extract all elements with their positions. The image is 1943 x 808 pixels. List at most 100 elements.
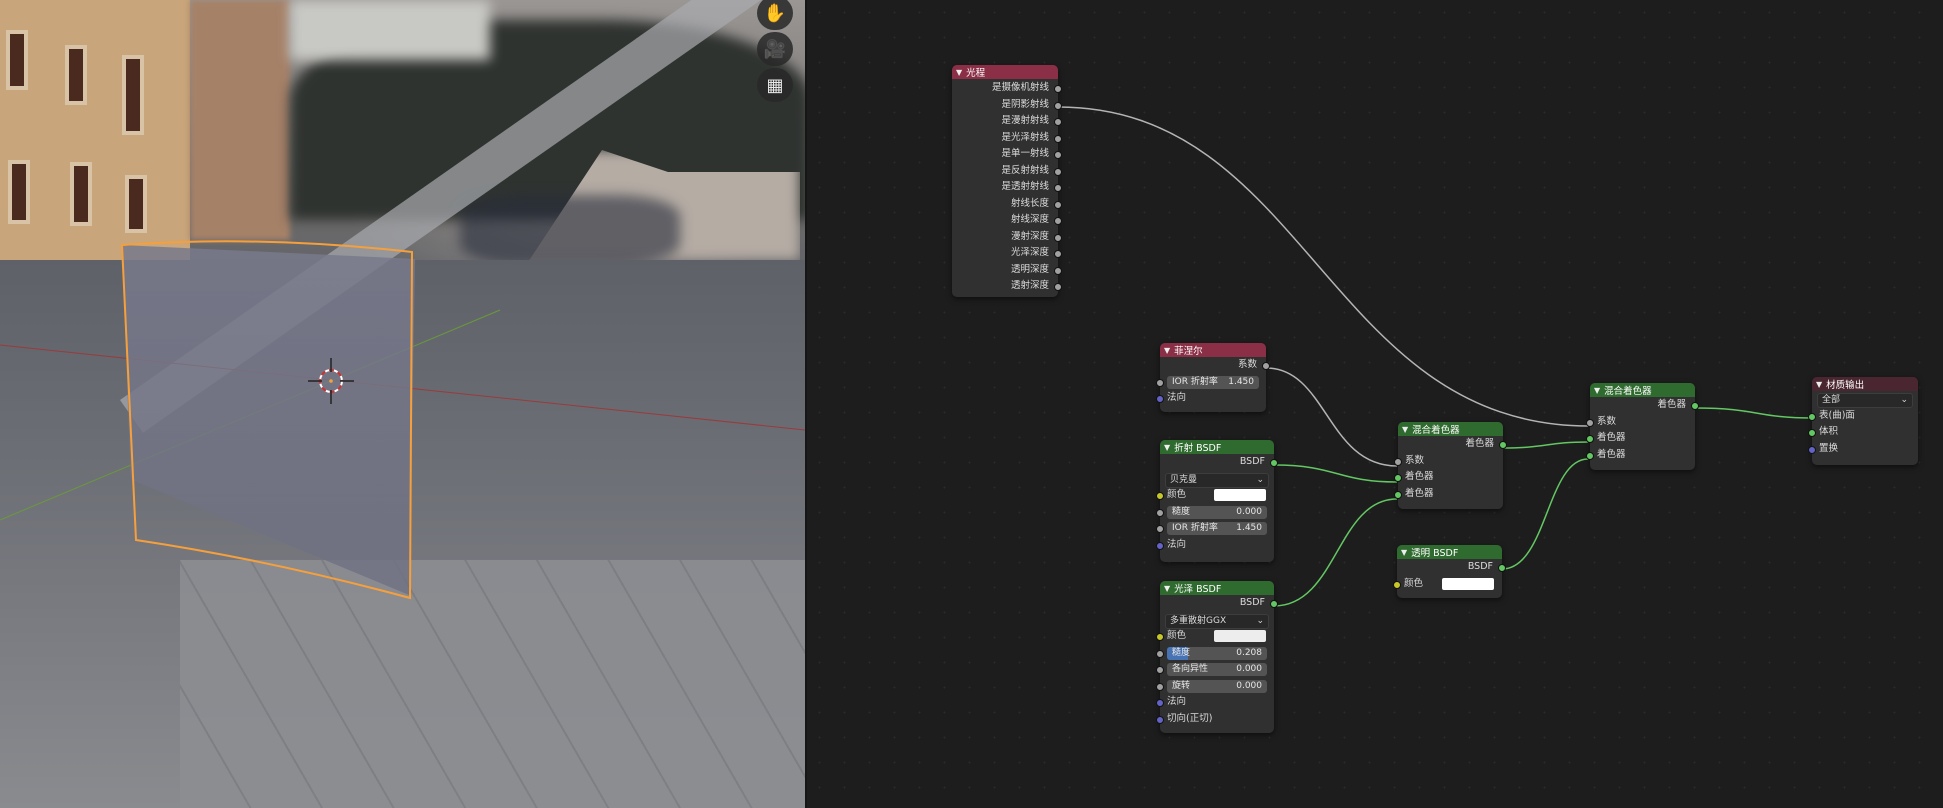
output-socket[interactable] [1054, 101, 1062, 110]
anisotropy-field[interactable]: 各向异性 0.000 [1167, 663, 1267, 676]
distribution-row[interactable]: 贝克曼 ⌄ [1160, 471, 1274, 488]
output-socket[interactable] [1054, 266, 1062, 275]
input-socket[interactable] [1394, 457, 1402, 466]
input-row[interactable]: 颜色 [1156, 487, 1274, 504]
collapse-chevron-icon[interactable]: ▼ [1164, 443, 1170, 452]
node-header[interactable]: ▼ 材质输出 [1812, 377, 1918, 391]
rotation-field[interactable]: 旋转 0.000 [1167, 679, 1267, 693]
3d-viewport[interactable]: ✋ 🎥 ▦ [0, 0, 805, 808]
node-header[interactable]: ▼ 菲涅尔 [1160, 343, 1266, 357]
collapse-chevron-icon[interactable]: ▼ [956, 68, 962, 77]
input-socket[interactable] [1394, 490, 1402, 499]
input-socket[interactable] [1156, 699, 1164, 707]
input-socket[interactable] [1156, 649, 1164, 658]
color-swatch[interactable] [1214, 489, 1266, 501]
input-row[interactable]: 糙度 0.000 [1156, 504, 1274, 521]
output-socket[interactable] [1498, 564, 1506, 572]
input-socket[interactable] [1808, 429, 1816, 437]
node-material-output[interactable]: ▼ 材质输出 全部 ⌄ 表(曲)面 体积 置换 [1808, 377, 1918, 465]
input-socket[interactable] [1586, 418, 1594, 427]
collapse-chevron-icon[interactable]: ▼ [1164, 584, 1170, 593]
collapse-chevron-icon[interactable]: ▼ [1401, 548, 1407, 557]
roughness-field[interactable]: 糙度 0.000 [1167, 505, 1267, 519]
input-socket[interactable] [1156, 395, 1164, 403]
camera-icon[interactable]: 🎥 [757, 32, 793, 66]
node-header[interactable]: ▼ 混合着色器 [1398, 422, 1503, 436]
target-dropdown[interactable]: 全部 ⌄ [1817, 393, 1913, 408]
input-socket[interactable] [1156, 525, 1164, 533]
input-socket[interactable] [1586, 451, 1594, 460]
output-socket[interactable] [1054, 217, 1062, 225]
output-socket[interactable] [1054, 85, 1062, 93]
input-row[interactable]: IOR 折射率 1.450 [1156, 520, 1274, 537]
input-socket[interactable] [1156, 633, 1164, 641]
hand-icon[interactable]: ✋ [757, 0, 793, 30]
output-socket[interactable] [1054, 233, 1062, 242]
link-transparent-to-mix2[interactable] [1501, 458, 1589, 570]
input-socket[interactable] [1156, 378, 1164, 387]
output-socket[interactable] [1054, 167, 1062, 176]
link-refraction-to-mix1[interactable] [1273, 464, 1398, 483]
node-header[interactable]: ▼ 光泽 BSDF [1160, 581, 1274, 595]
target-row[interactable]: 全部 ⌄ [1812, 391, 1918, 408]
input-socket[interactable] [1586, 435, 1594, 443]
input-socket[interactable] [1394, 474, 1402, 482]
link-shadow-to-mix2-fac[interactable] [1057, 106, 1589, 427]
grid-view-icon[interactable]: ▦ [757, 68, 793, 102]
node-header[interactable]: ▼ 混合着色器 [1590, 383, 1695, 397]
link-mix1-to-mix2[interactable] [1502, 441, 1589, 449]
link-mix2-to-output[interactable] [1694, 407, 1813, 419]
collapse-chevron-icon[interactable]: ▼ [1164, 346, 1170, 355]
input-row[interactable]: IOR 折射率 1.450 [1156, 374, 1266, 391]
input-socket[interactable] [1156, 682, 1164, 691]
node-mix-shader-1[interactable]: ▼ 混合着色器 着色器 系数 着色器 着色器 [1394, 422, 1507, 509]
node-light-path[interactable]: ▼ 光程 是摄像机射线 是阴影射线 是漫射射线 是光泽射线 是单一射线 是反射射线 是透射射… [952, 65, 1062, 297]
3d-cursor-icon[interactable] [308, 358, 354, 404]
distribution-dropdown[interactable]: 多重散射GGX ⌄ [1165, 613, 1269, 629]
output-socket[interactable] [1054, 118, 1062, 126]
input-socket[interactable] [1808, 445, 1816, 454]
node-header[interactable]: ▼ 透明 BSDF [1397, 545, 1502, 559]
roughness-field[interactable]: 糙度 0.208 [1167, 646, 1267, 660]
input-socket[interactable] [1156, 666, 1164, 674]
shader-node-editor[interactable]: ▼ 光程 是摄像机射线 是阴影射线 是漫射射线 是光泽射线 是单一射线 是反射射线 是透射射… [807, 0, 1943, 808]
ior-field[interactable]: IOR 折射率 1.450 [1167, 522, 1267, 535]
output-socket[interactable] [1054, 151, 1062, 159]
output-socket[interactable] [1054, 283, 1062, 291]
output-socket[interactable] [1691, 402, 1699, 410]
input-socket[interactable] [1156, 541, 1164, 550]
distribution-row[interactable]: 多重散射GGX ⌄ [1160, 612, 1274, 629]
input-row[interactable]: 各向异性 0.000 [1156, 661, 1274, 678]
input-row[interactable]: 旋转 0.000 [1156, 678, 1274, 695]
node-header[interactable]: ▼ 折射 BSDF [1160, 440, 1274, 454]
output-socket[interactable] [1262, 362, 1270, 370]
output-socket[interactable] [1499, 441, 1507, 449]
output-socket[interactable] [1270, 459, 1278, 467]
link-glossy-to-mix1[interactable] [1273, 498, 1398, 607]
output-socket[interactable] [1054, 134, 1062, 143]
color-swatch[interactable] [1442, 577, 1494, 590]
node-mix-shader-2[interactable]: ▼ 混合着色器 着色器 系数 着色器 着色器 [1586, 383, 1699, 470]
output-socket[interactable] [1054, 200, 1062, 209]
node-transparent-bsdf[interactable]: ▼ 透明 BSDF BSDF 颜色 [1393, 545, 1506, 598]
input-socket[interactable] [1156, 715, 1164, 724]
node-glossy-bsdf[interactable]: ▼ 光泽 BSDF BSDF 多重散射GGX ⌄ 颜色 糙度 0.208 各向异… [1156, 581, 1278, 733]
input-socket[interactable] [1393, 580, 1401, 589]
input-socket[interactable] [1808, 412, 1816, 421]
node-header[interactable]: ▼ 光程 [952, 65, 1058, 79]
color-swatch[interactable] [1214, 630, 1266, 642]
collapse-chevron-icon[interactable]: ▼ [1402, 425, 1408, 434]
node-refraction-bsdf[interactable]: ▼ 折射 BSDF BSDF 贝克曼 ⌄ 颜色 糙度 0.000 IOR 折射率… [1156, 440, 1278, 562]
input-socket[interactable] [1156, 508, 1164, 517]
node-fresnel[interactable]: ▼ 菲涅尔 系数 IOR 折射率 1.450 法向 [1156, 343, 1270, 412]
link-fresnel-to-mix1-fac[interactable] [1265, 367, 1398, 467]
output-socket[interactable] [1270, 600, 1278, 608]
distribution-dropdown[interactable]: 贝克曼 ⌄ [1165, 472, 1269, 488]
collapse-chevron-icon[interactable]: ▼ [1594, 386, 1600, 395]
input-socket[interactable] [1156, 492, 1164, 500]
ior-field[interactable]: IOR 折射率 1.450 [1167, 375, 1259, 389]
input-row[interactable]: 颜色 [1156, 628, 1274, 645]
input-row[interactable]: 糙度 0.208 [1156, 645, 1274, 662]
collapse-chevron-icon[interactable]: ▼ [1816, 380, 1822, 389]
output-socket[interactable] [1054, 250, 1062, 258]
